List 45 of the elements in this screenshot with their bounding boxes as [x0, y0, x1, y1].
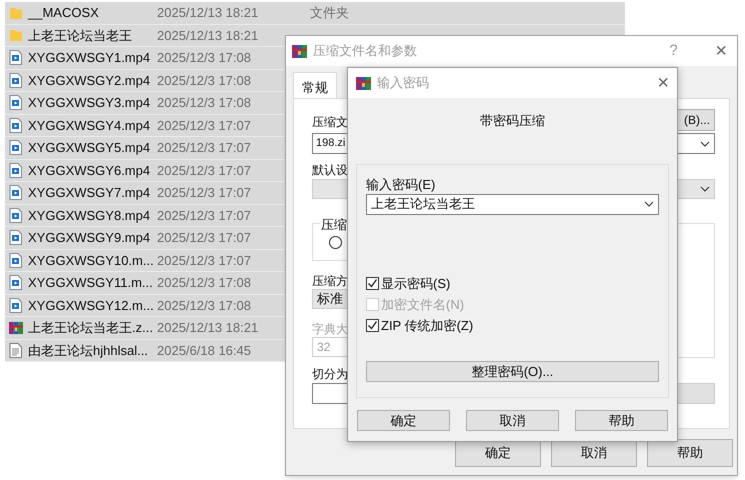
- file-name: XYGGXWSGY7.mp4: [28, 185, 150, 200]
- file-name: XYGGXWSGY10.m...: [28, 252, 154, 268]
- modified-date: 2025/12/13 18:21: [157, 28, 258, 42]
- file-name: 上老王论坛当老王: [28, 28, 132, 42]
- file-name: XYGGXWSGY12.m...: [28, 298, 154, 312]
- modified-date: 2025/12/3 17:08: [157, 95, 251, 110]
- file-name: XYGGXWSGY8.mp4: [28, 208, 150, 222]
- file-name: XYGGXWSGY2.mp4: [28, 72, 150, 88]
- modified-date: 2025/12/13 18:21: [157, 320, 258, 335]
- file-name: XYGGXWSGY3.mp4: [28, 95, 150, 110]
- file-name: XYGGXWSGY1.mp4: [28, 50, 150, 65]
- window-title: 压缩文件名和参数: [313, 42, 418, 60]
- checkbox-label: ZIP 传统加密(Z): [381, 316, 474, 335]
- file-name: XYGGXWSGY4.mp4: [28, 118, 150, 132]
- file-name: XYGGXWSGY5.mp4: [28, 140, 150, 155]
- modified-date: 2025/12/3 17:08: [157, 298, 251, 312]
- modified-date: 2025/12/3 17:08: [157, 72, 251, 88]
- checkbox-label: 加密文件名(N): [381, 296, 464, 314]
- modified-date: 2025/12/3 17:07: [157, 252, 251, 268]
- file-name: XYGGXWSGY6.mp4: [28, 162, 150, 178]
- checkbox-label: 显示密码(S): [381, 274, 450, 293]
- modified-date: 2025/6/18 16:45: [157, 342, 251, 358]
- field-label: 压缩文: [312, 114, 348, 131]
- window-title: 输入密码: [377, 74, 430, 92]
- modified-date: 2025/12/3 17:07: [157, 185, 251, 200]
- field-label: 字典大: [312, 321, 348, 337]
- field-label: 压缩方: [312, 273, 348, 289]
- file-type: 文件夹: [310, 4, 349, 22]
- modified-date: 2025/12/13 18:21: [157, 5, 258, 20]
- dialog-heading: 带密码压缩: [480, 112, 545, 130]
- file-name: __MACOSX: [28, 5, 99, 20]
- modified-date: 2025/12/3 17:08: [157, 50, 251, 65]
- modified-date: 2025/12/3 17:07: [157, 118, 251, 132]
- field-label: 切分为: [312, 366, 348, 382]
- field-label: 默认设: [312, 162, 348, 178]
- field-label: 输入密码(E): [366, 176, 436, 192]
- file-name: XYGGXWSGY11.m...: [28, 275, 153, 290]
- file-name: XYGGXWSGY9.mp4: [28, 230, 150, 245]
- modified-date: 2025/12/3 17:07: [157, 208, 251, 222]
- file-name: 由老王论坛hjhhlsal...: [28, 342, 148, 358]
- file-name: 上老王论坛当老王.z...: [28, 320, 153, 335]
- modified-date: 2025/12/3 17:07: [157, 140, 251, 155]
- modified-date: 2025/12/3 17:08: [157, 275, 251, 290]
- modified-date: 2025/12/3 17:07: [157, 162, 251, 178]
- modified-date: 2025/12/3 17:07: [157, 230, 251, 245]
